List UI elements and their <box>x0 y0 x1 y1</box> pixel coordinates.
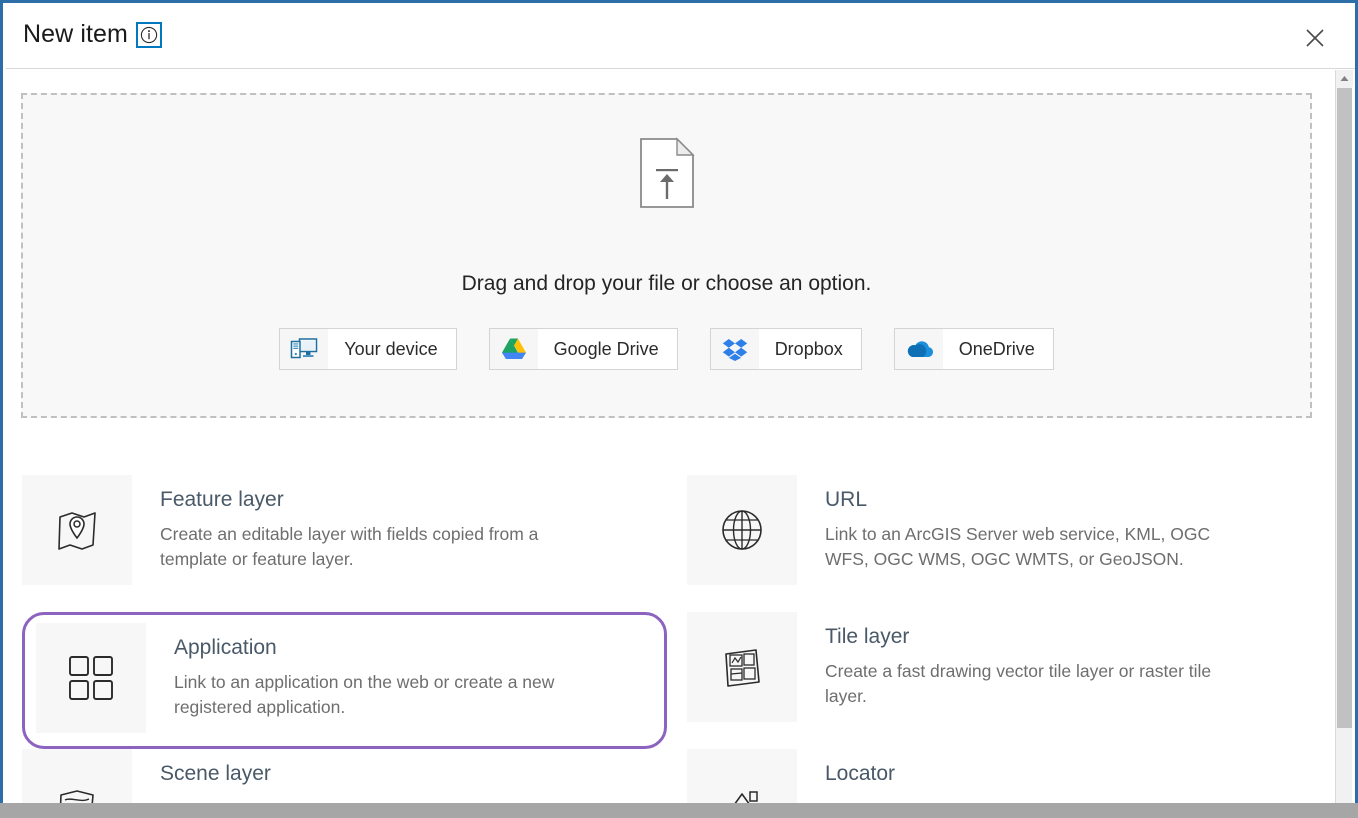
item-type-description: Link to an application on the web or cre… <box>174 672 555 718</box>
item-type-description: Create a fast drawing vector tile layer … <box>825 661 1212 707</box>
item-type-title: URL <box>825 488 868 511</box>
item-type-grid: Feature layer Create an editable layer w… <box>6 475 1341 807</box>
triangle-up-icon[interactable] <box>1336 70 1353 87</box>
info-circle-icon[interactable] <box>136 21 162 48</box>
computer-device-icon <box>280 329 329 369</box>
bottom-scroll-chrome <box>0 803 1358 818</box>
item-type-text: Scene layer <box>132 749 271 796</box>
dropzone-prompt: Drag and drop your file or choose an opt… <box>461 272 872 295</box>
item-type-title: Locator <box>825 762 896 785</box>
source-button-google-drive[interactable]: Google Drive <box>488 328 678 370</box>
item-type-text: Application Link to an application on th… <box>146 615 594 720</box>
dialog-header: New item <box>6 6 1355 69</box>
source-button-group: Your device Google Drive Dropbox OneDriv… <box>23 328 1310 370</box>
file-dropzone[interactable]: Drag and drop your file or choose an opt… <box>21 93 1312 418</box>
item-type-card-locator[interactable]: Locator <box>687 749 1332 807</box>
app-grid-icon <box>36 623 146 733</box>
dialog-title-group: New item <box>23 20 162 49</box>
source-button-your-device[interactable]: Your device <box>279 328 457 370</box>
file-upload-icon <box>23 137 1310 209</box>
google-drive-icon <box>489 329 538 369</box>
source-button-label: OneDrive <box>958 338 1035 359</box>
item-type-title: Scene layer <box>160 762 271 785</box>
source-button-label: Your device <box>344 338 438 359</box>
item-type-text: Tile layer Create a fast drawing vector … <box>797 612 1245 709</box>
item-type-card-scene-layer[interactable]: Scene layer <box>22 749 667 807</box>
scrollbar-thumb[interactable] <box>1337 88 1352 728</box>
scene-layer-icon <box>22 749 132 807</box>
item-type-title: Tile layer <box>825 625 910 648</box>
onedrive-icon <box>894 329 943 369</box>
item-type-text: Feature layer Create an editable layer w… <box>132 475 580 572</box>
source-button-label: Google Drive <box>553 338 659 359</box>
item-type-card-application[interactable]: Application Link to an application on th… <box>22 612 667 749</box>
item-type-text: Locator <box>797 749 895 796</box>
item-type-card-tile-layer[interactable]: Tile layer Create a fast drawing vector … <box>687 612 1332 749</box>
close-icon[interactable] <box>1300 23 1330 53</box>
map-tiles-icon <box>687 612 797 722</box>
item-type-row: Feature layer Create an editable layer w… <box>6 475 1341 612</box>
source-button-onedrive[interactable]: OneDrive <box>893 328 1054 370</box>
map-pin-icon <box>22 475 132 585</box>
item-type-card-url[interactable]: URL Link to an ArcGIS Server web service… <box>687 475 1332 612</box>
source-button-label: Dropbox <box>774 338 843 359</box>
item-type-row: Scene layer Locator <box>6 749 1341 807</box>
dialog-content: Drag and drop your file or choose an opt… <box>6 70 1341 807</box>
locator-icon <box>687 749 797 807</box>
item-type-text: URL Link to an ArcGIS Server web service… <box>797 475 1245 572</box>
item-type-description: Create an editable layer with fields cop… <box>160 524 539 570</box>
new-item-dialog: New item Drag and drop your file or choo… <box>0 0 1358 818</box>
bottom-scroll-chrome-inner <box>6 805 1352 816</box>
item-type-card-feature-layer[interactable]: Feature layer Create an editable layer w… <box>22 475 667 612</box>
item-type-title: Application <box>174 636 277 659</box>
item-type-description: Link to an ArcGIS Server web service, KM… <box>825 524 1211 570</box>
source-button-dropbox[interactable]: Dropbox <box>709 328 862 370</box>
globe-icon <box>687 475 797 585</box>
vertical-scrollbar[interactable] <box>1335 70 1353 815</box>
page-title: New item <box>23 20 128 48</box>
item-type-row: Application Link to an application on th… <box>6 612 1341 749</box>
item-type-title: Feature layer <box>160 488 284 511</box>
dropbox-icon <box>710 329 759 369</box>
